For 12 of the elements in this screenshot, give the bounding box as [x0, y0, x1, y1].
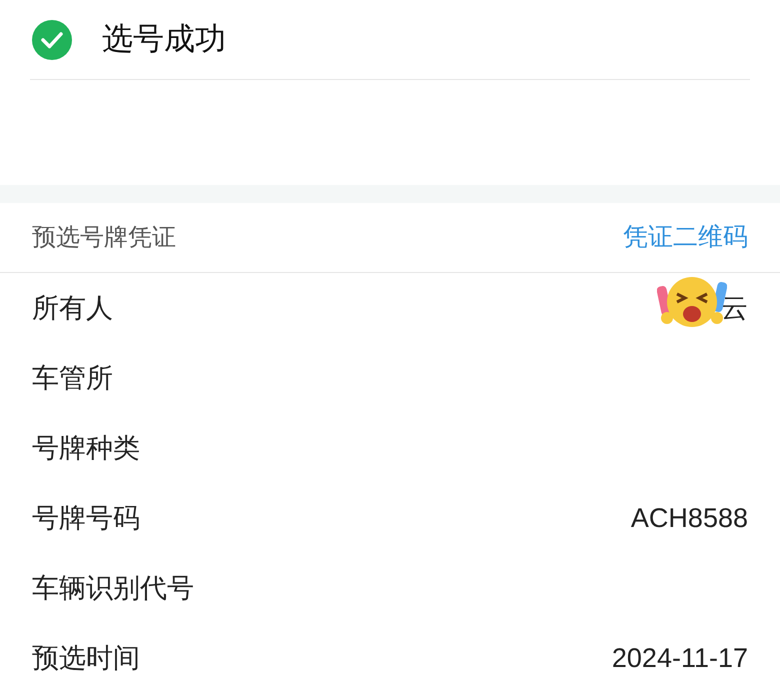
field-value: 云	[721, 292, 748, 323]
field-label: 车辆识别代号	[32, 572, 194, 605]
field-label: 号牌号码	[32, 502, 140, 535]
field-label: 预选时间	[32, 642, 140, 675]
field-label: 号牌种类	[32, 432, 140, 465]
field-value: ACH8588	[630, 502, 748, 533]
field-label: 所有人	[32, 292, 113, 325]
field-value: 2024-11-17	[612, 642, 748, 673]
qr-code-link[interactable]: 凭证二维码	[623, 218, 748, 256]
field-label: 车管所	[32, 362, 113, 395]
section-title: 预选号牌凭证	[32, 222, 176, 252]
status-title: 选号成功	[102, 20, 226, 58]
